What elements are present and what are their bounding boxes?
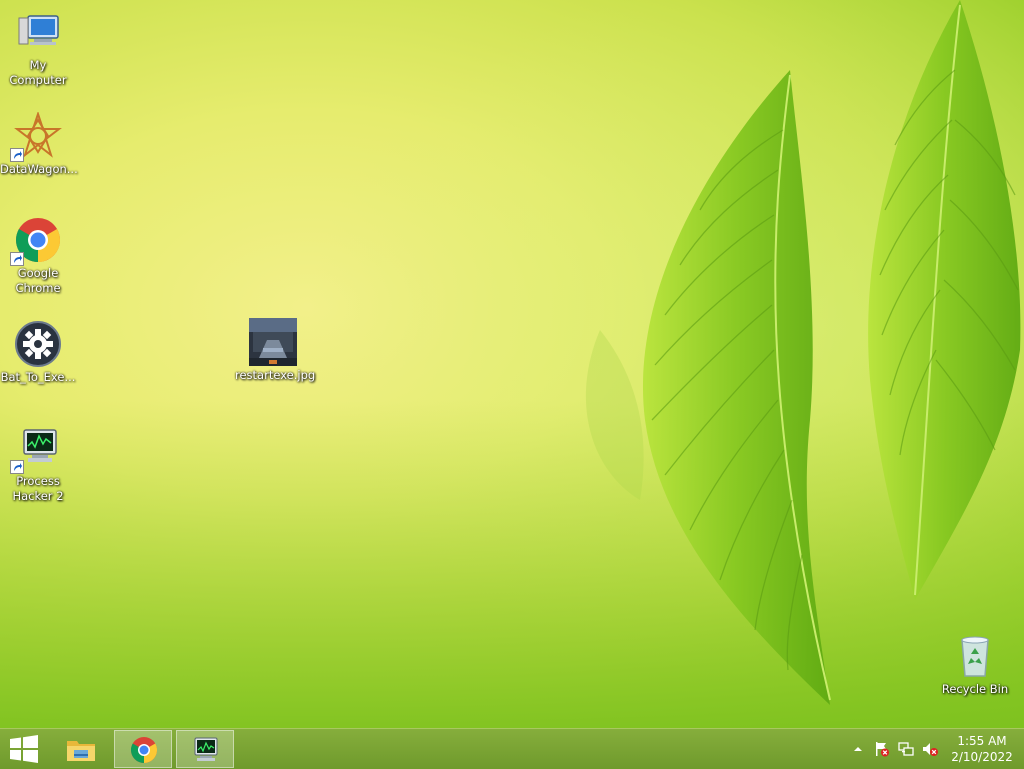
- clock-date: 2/10/2022: [951, 750, 1013, 764]
- taskbar-chrome-button[interactable]: [114, 730, 172, 768]
- desktop-icon-bat-to-exe[interactable]: Bat_To_Exe...: [0, 320, 76, 385]
- desktop-icon-label: DataWagon...: [0, 162, 78, 176]
- process-hacker-icon: [10, 424, 62, 474]
- desktop-icon-label: Bat_To_Exe...: [0, 370, 76, 384]
- desktop-icon-my-computer[interactable]: My Computer: [0, 8, 76, 88]
- process-hacker-icon: [194, 737, 218, 761]
- taskbar: 1:55 AM 2/10/2022: [0, 728, 1024, 769]
- system-tray: [848, 729, 944, 769]
- taskbar-file-explorer-button[interactable]: [52, 730, 110, 768]
- taskbar-clock[interactable]: 1:55 AM 2/10/2022: [944, 733, 1020, 765]
- network-icon[interactable]: [898, 741, 914, 757]
- shortcut-arrow-icon: [10, 148, 24, 162]
- volume-muted-icon[interactable]: [922, 741, 938, 757]
- datawagon-icon: [10, 110, 62, 162]
- show-hidden-icons-arrow[interactable]: [850, 741, 866, 757]
- gear-icon: [14, 320, 62, 368]
- desktop-icon-restartexe-jpg[interactable]: restartexe.jpg: [235, 318, 316, 383]
- desktop-icon-label: Process Hacker 2: [12, 474, 64, 503]
- computer-icon: [14, 8, 62, 56]
- chrome-icon: [130, 737, 158, 763]
- taskbar-process-hacker-button[interactable]: [176, 730, 234, 768]
- desktop-icon-label: Recycle Bin: [941, 682, 1009, 696]
- desktop-icon-label: My Computer: [9, 58, 67, 87]
- recycle-bin-icon: [951, 632, 999, 680]
- action-center-flag-icon[interactable]: [874, 741, 890, 757]
- windows-logo-icon: [10, 735, 38, 763]
- desktop-icon-label: Google Chrome: [15, 266, 61, 295]
- desktop-icon-recycle-bin[interactable]: Recycle Bin: [937, 632, 1013, 697]
- shortcut-arrow-icon: [10, 252, 24, 266]
- chrome-icon: [10, 216, 62, 266]
- image-file-icon: [249, 318, 297, 366]
- start-button[interactable]: [8, 735, 40, 763]
- desktop-icon-google-chrome[interactable]: Google Chrome: [0, 216, 76, 296]
- clock-time: 1:55 AM: [957, 734, 1007, 748]
- desktop-icon-process-hacker[interactable]: Process Hacker 2: [0, 424, 76, 504]
- wallpaper: [0, 0, 1024, 728]
- desktop[interactable]: My Computer DataWagon... Google Chrome B…: [0, 0, 1024, 728]
- folder-icon: [67, 741, 95, 761]
- desktop-icon-label: restartexe.jpg: [235, 368, 316, 382]
- desktop-icon-datawagon[interactable]: DataWagon...: [0, 110, 78, 177]
- shortcut-arrow-icon: [10, 460, 24, 474]
